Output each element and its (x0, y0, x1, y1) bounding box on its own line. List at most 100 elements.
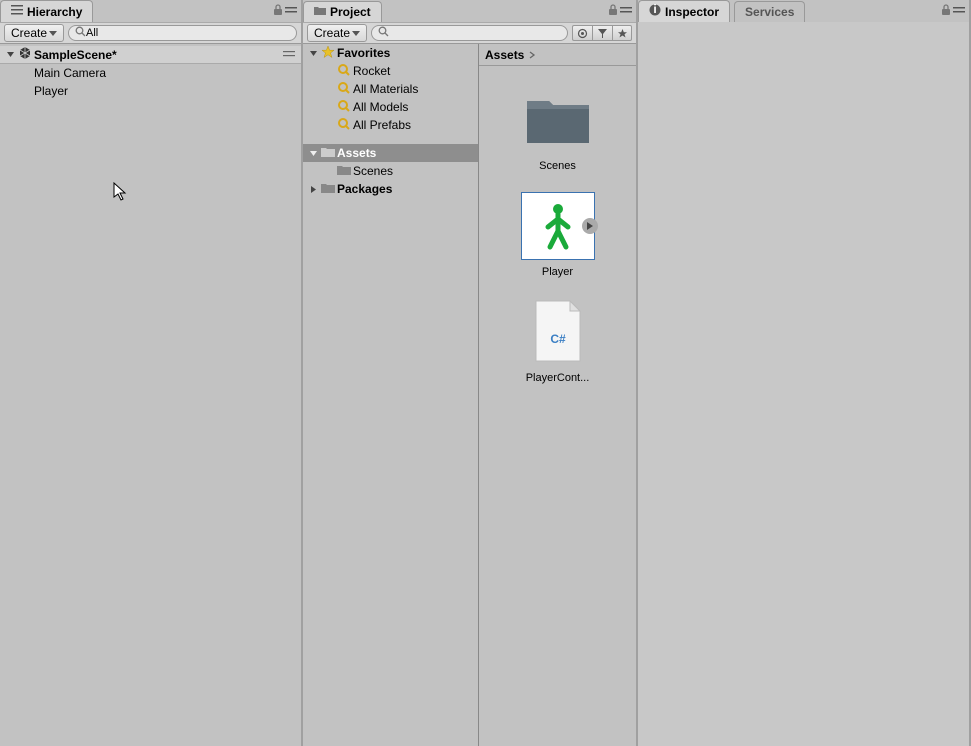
inspector-tab-label: Inspector (665, 5, 719, 19)
hierarchy-tab-bar: Hierarchy (0, 0, 301, 22)
project-content-area: Assets Scenes Player (479, 44, 636, 746)
mouse-cursor-icon (113, 182, 129, 205)
info-icon: i (649, 4, 661, 19)
disclosure-down-icon[interactable] (4, 49, 16, 61)
create-label: Create (11, 26, 47, 40)
hierarchy-tree: SampleScene* Main Camera Player (0, 44, 301, 746)
inspector-tab[interactable]: i Inspector (638, 0, 730, 22)
inspector-tab-bar: i Inspector Services (638, 0, 969, 22)
asset-label: PlayerCont... (526, 372, 590, 384)
project-toolbar: Create (303, 22, 636, 44)
folder-row[interactable]: Scenes (303, 162, 478, 180)
filter-assets-button[interactable] (572, 25, 592, 41)
project-tab-label: Project (330, 5, 371, 19)
disclosure-down-icon[interactable] (307, 47, 319, 59)
asset-item-prefab[interactable]: Player (513, 192, 603, 278)
favorite-item[interactable]: All Materials (303, 80, 478, 98)
hierarchy-create-button[interactable]: Create (4, 24, 64, 42)
panel-menu-icon[interactable] (953, 4, 965, 18)
scene-header-row[interactable]: SampleScene* (0, 46, 301, 64)
project-tab[interactable]: Project (303, 1, 382, 22)
panel-menu-icon[interactable] (285, 4, 297, 18)
favorite-label: Rocket (353, 64, 390, 78)
filter-type-button[interactable] (592, 25, 612, 41)
hierarchy-search-input[interactable] (86, 27, 290, 39)
prefab-thumb (521, 192, 595, 260)
project-tab-controls (608, 4, 636, 19)
search-saved-icon (337, 99, 351, 116)
inspector-body (638, 22, 969, 746)
project-search-input[interactable] (389, 27, 561, 39)
star-icon (321, 45, 335, 62)
asset-label: Player (542, 266, 573, 278)
search-saved-icon (337, 63, 351, 80)
hierarchy-search[interactable] (68, 25, 297, 41)
filter-favorite-button[interactable] (612, 25, 632, 41)
favorite-label: All Materials (353, 82, 418, 96)
folder-label: Scenes (353, 164, 393, 178)
hierarchy-tab-controls (273, 4, 301, 19)
packages-folder-row[interactable]: Packages (303, 180, 478, 198)
project-breadcrumb: Assets (479, 44, 636, 66)
packages-label: Packages (337, 182, 392, 196)
asset-grid[interactable]: Scenes Player C# PlayerCont... (479, 66, 636, 746)
project-tab-bar: Project (303, 0, 636, 22)
inspector-panel: i Inspector Services (638, 0, 971, 746)
hierarchy-panel: Hierarchy Create SampleScene* Main C (0, 0, 303, 746)
search-icon (378, 26, 389, 40)
favorite-item[interactable]: All Prefabs (303, 116, 478, 134)
hierarchy-tab[interactable]: Hierarchy (0, 0, 93, 22)
gameobject-row[interactable]: Main Camera (0, 64, 301, 82)
services-tab-label: Services (745, 5, 794, 19)
inspector-tab-controls (941, 4, 969, 19)
scene-menu-icon[interactable] (283, 48, 295, 62)
chevron-right-icon (528, 48, 536, 62)
favorites-header[interactable]: Favorites (303, 44, 478, 62)
project-panel: Project Create Favorites (303, 0, 638, 746)
hierarchy-toolbar: Create (0, 22, 301, 44)
assets-label: Assets (337, 146, 376, 160)
folder-thumb (521, 86, 595, 154)
favorite-label: All Prefabs (353, 118, 411, 132)
svg-text:i: i (653, 4, 656, 16)
gameobject-row[interactable]: Player (0, 82, 301, 100)
dropdown-icon (352, 26, 360, 40)
gameobject-label: Player (34, 84, 68, 98)
disclosure-down-icon[interactable] (307, 147, 319, 159)
create-label: Create (314, 26, 350, 40)
project-search[interactable] (371, 25, 568, 41)
lock-icon[interactable] (608, 4, 618, 19)
lock-icon[interactable] (273, 4, 283, 19)
lock-icon[interactable] (941, 4, 951, 19)
script-thumb: C# (521, 298, 595, 366)
unity-logo-icon (18, 46, 32, 63)
play-overlay-icon[interactable] (582, 218, 598, 234)
dropdown-icon (49, 26, 57, 40)
favorites-label: Favorites (337, 46, 390, 60)
svg-text:C#: C# (550, 332, 566, 346)
search-saved-icon (337, 117, 351, 134)
hierarchy-tab-label: Hierarchy (27, 5, 82, 19)
favorite-item[interactable]: All Models (303, 98, 478, 116)
favorite-label: All Models (353, 100, 408, 114)
folder-icon (321, 182, 335, 197)
search-saved-icon (337, 81, 351, 98)
list-icon (11, 4, 23, 19)
project-folder-tree: Favorites Rocket All Materials All Model… (303, 44, 479, 746)
asset-item-script[interactable]: C# PlayerCont... (513, 298, 603, 384)
folder-icon (337, 164, 351, 179)
favorite-item[interactable]: Rocket (303, 62, 478, 80)
project-create-button[interactable]: Create (307, 24, 367, 42)
breadcrumb-item[interactable]: Assets (485, 48, 524, 62)
panel-menu-icon[interactable] (620, 4, 632, 18)
asset-item-folder[interactable]: Scenes (513, 86, 603, 172)
assets-folder-row[interactable]: Assets (303, 144, 478, 162)
disclosure-right-icon[interactable] (307, 183, 319, 195)
scene-name: SampleScene* (34, 48, 117, 62)
search-icon (75, 26, 86, 40)
gameobject-label: Main Camera (34, 66, 106, 80)
folder-icon (321, 146, 335, 161)
services-tab[interactable]: Services (734, 1, 805, 22)
asset-label: Scenes (539, 160, 576, 172)
project-body: Favorites Rocket All Materials All Model… (303, 44, 636, 746)
